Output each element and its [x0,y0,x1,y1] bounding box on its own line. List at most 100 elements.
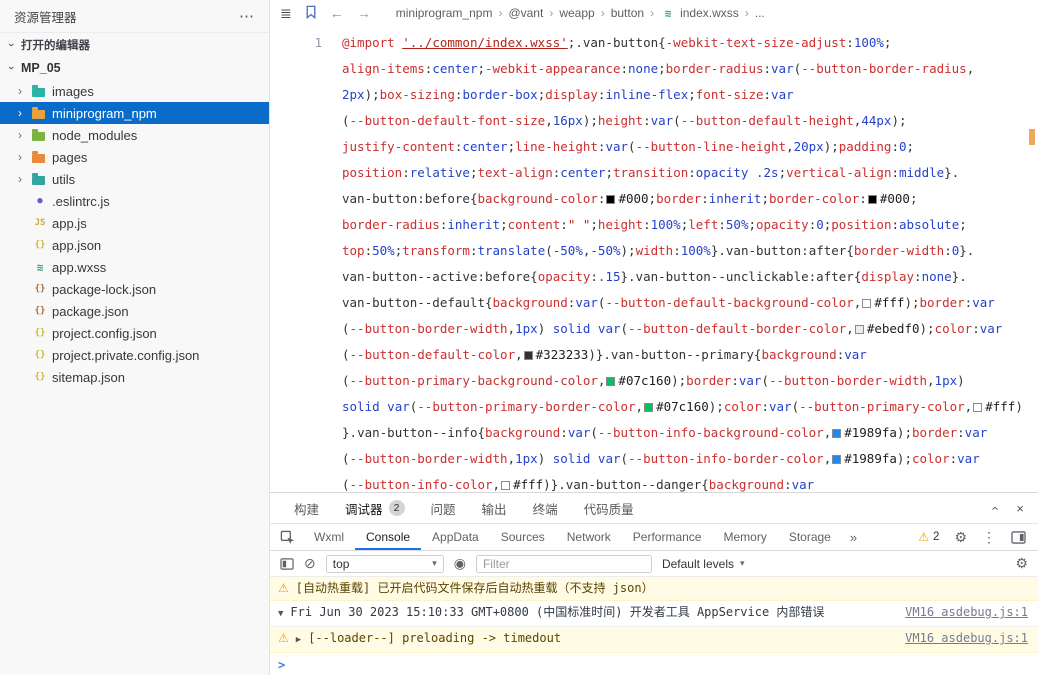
breadcrumb-separator-icon: › [744,6,749,20]
panel-tab-代码质量[interactable]: 代码质量 [584,499,634,518]
tree-file-project.config.json[interactable]: {} project.config.json [0,322,269,344]
eye-icon[interactable]: ◉ [454,555,466,572]
devtools-tab-performance[interactable]: Performance [622,524,713,550]
breadcrumb-item-...[interactable]: ... [755,6,765,20]
breadcrumb-item-@vant[interactable]: @vant [508,6,543,20]
warning-count-badge[interactable]: ⚠ 2 [918,530,939,544]
tree-file-app.js[interactable]: JS app.js [0,212,269,234]
devtools-tab-appdata[interactable]: AppData [421,524,490,550]
color-swatch [862,299,872,308]
code-area[interactable]: 1 @import '../common/index.wxss';.van-but… [270,26,1038,492]
console-sidebar-icon[interactable] [280,557,294,570]
kebab-menu-icon[interactable]: ⋮ [982,530,996,544]
breadcrumb-label: button [610,6,645,20]
devtools-tab-memory[interactable]: Memory [712,524,777,550]
line-number [270,186,322,212]
code-text: (--button-info-color, #fff)}.van-button--… [342,477,815,492]
panel-tab-输出[interactable]: 输出 [482,499,507,518]
code-line: }.van-button--info{background:var(--butt… [270,420,1038,446]
code-text: van-button--default{background:var(--but… [342,295,995,310]
clear-console-icon[interactable]: ⊘ [304,555,316,572]
outline-list-icon[interactable]: ≣ [280,6,292,20]
console-settings-icon[interactable]: ⚙ [1015,555,1028,572]
breadcrumb-item-button[interactable]: button [611,6,644,20]
panel-tab-bar: 构建 调试器 2 问题 输出 终端 代码质量 › × [270,493,1038,523]
chevron-right-icon[interactable]: › [18,106,32,120]
bookmark-icon[interactable] [305,5,317,21]
tree-file-sitemap.json[interactable]: {} sitemap.json [0,366,269,388]
tree-folder-pages[interactable]: › pages [0,146,269,168]
expand-toggle-icon[interactable]: ▶ [296,633,301,648]
panel-tab-label: 代码质量 [583,502,634,517]
source-link[interactable]: VM16 asdebug.js:1 [905,605,1028,620]
filter-input[interactable] [475,554,652,573]
source-link[interactable]: VM16 asdebug.js:1 [905,631,1028,646]
tree-item-label: package.json [52,303,129,319]
tree-folder-utils[interactable]: › utils [0,168,269,190]
panel-tab-调试器[interactable]: 调试器 2 [345,499,405,518]
tree-item-label: .eslintrc.js [52,193,110,209]
tree-file-package.json[interactable]: {} package.json [0,300,269,322]
tree-file-app.json[interactable]: {} app.json [0,234,269,256]
chevron-right-icon[interactable]: › [18,172,32,186]
caret-down-icon: ▾ [432,558,437,568]
chevron-down-icon: › [5,42,17,47]
explorer-header: 资源管理器 ⋯ [0,0,269,32]
panel-tab-badge: 2 [388,500,405,516]
panel-tab-终端[interactable]: 终端 [533,499,558,518]
breadcrumb-item-miniprogram_npm[interactable]: miniprogram_npm [396,6,493,20]
devtools-tab-console[interactable]: Console [355,524,422,550]
open-editors-section[interactable]: › 打开的编辑器 [0,32,269,56]
more-actions-icon[interactable]: ⋯ [239,7,255,25]
log-levels-value: Default levels [661,556,734,571]
line-number [270,56,322,82]
tree-file-package-lock.json[interactable]: {} package-lock.json [0,278,269,300]
inspect-element-icon[interactable] [270,530,303,545]
line-number [270,134,322,160]
tree-folder-miniprogram_npm[interactable]: › miniprogram_npm [0,102,269,124]
collapse-panel-icon[interactable]: › [987,506,1002,510]
code-text: solid var(--button-primary-border-color,… [342,399,1023,414]
panel-tab-问题[interactable]: 问题 [431,499,456,518]
devtools-tab-wxml[interactable]: Wxml [303,524,355,550]
devtools-tab-sources[interactable]: Sources [490,524,556,550]
breadcrumb-item-weapp[interactable]: weapp [559,6,594,20]
breadcrumb-label: index.wxss [680,6,739,20]
editor-toolbar: ≣ ← → miniprogram_npm › @vant › weapp › button… [270,0,1038,26]
json-file-icon: {} [34,306,46,316]
panel-tab-label: 调试器 [345,502,383,517]
tree-file-app.wxss[interactable]: ≋ app.wxss [0,256,269,278]
settings-gear-icon[interactable]: ⚙ [954,530,967,544]
folder-icon [32,150,45,163]
chevron-right-icon[interactable]: › [18,150,32,164]
breadcrumb-item-index.wxss[interactable]: ≋ index.wxss [660,6,739,20]
panel-tab-构建[interactable]: 构建 [294,499,319,518]
more-tabs-icon[interactable]: » [842,530,865,545]
tree-file-.eslintrc.js[interactable]: ● .eslintrc.js [0,190,269,212]
project-section[interactable]: › MP_05 [0,56,269,80]
dock-side-icon[interactable] [1011,530,1026,544]
tree-folder-images[interactable]: › images [0,80,269,102]
forward-icon[interactable]: → [357,5,371,21]
code-line: 2px);box-sizing:border-box;display:inlin… [270,82,1038,108]
code-line: van-button--active:before{opacity:.15}.v… [270,264,1038,290]
close-panel-icon[interactable]: × [1016,501,1024,516]
expand-toggle-icon[interactable]: ▼ [278,607,283,622]
devtools-tab-storage[interactable]: Storage [778,524,842,550]
console-prompt[interactable]: > [270,653,1038,677]
chevron-right-icon[interactable]: › [18,84,32,98]
line-number [270,472,322,492]
tree-folder-node_modules[interactable]: › node_modules [0,124,269,146]
chevron-right-icon[interactable]: › [18,128,32,142]
back-icon[interactable]: ← [330,5,344,21]
color-swatch [854,325,864,334]
folder-icon [32,106,45,119]
context-selector[interactable]: top ▾ [325,554,444,573]
devtools-tab-network[interactable]: Network [556,524,622,550]
breadcrumb-label: @vant [508,6,544,20]
wxss-file-icon: ≋ [664,6,672,20]
line-number [270,394,322,420]
log-levels-selector[interactable]: Default levels ▾ [662,557,745,571]
tree-file-project.private.config.json[interactable]: {} project.private.config.json [0,344,269,366]
code-text: border-radius:inherit;content:" ";height… [342,217,967,232]
